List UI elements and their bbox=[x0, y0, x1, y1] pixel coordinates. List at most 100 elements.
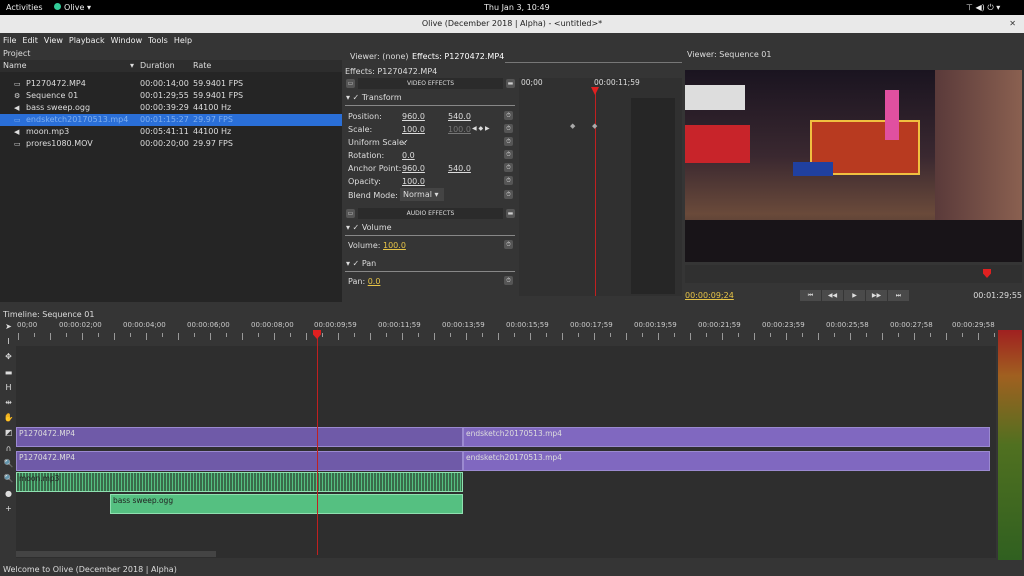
pan-header[interactable]: ▾ ✓ Pan bbox=[346, 257, 376, 270]
timeline-clip[interactable]: moon.mp3 bbox=[16, 472, 463, 492]
menu-help[interactable]: Help bbox=[171, 33, 195, 48]
add-audio-effect-icon[interactable]: ▭ bbox=[346, 209, 355, 218]
project-item[interactable]: ⚙ Sequence 01 00:01:29;55 59.9401 FPS bbox=[0, 90, 342, 102]
edit-tool-icon[interactable]: I bbox=[3, 336, 14, 347]
ruler-tick bbox=[914, 333, 915, 340]
ruler-tick bbox=[658, 333, 659, 340]
system-tray[interactable]: ⊤ ◀) ⏻ ▾ bbox=[966, 3, 1000, 13]
position-x-field[interactable]: 960.0 bbox=[402, 112, 425, 121]
tab-viewer-none[interactable]: Viewer: (none) bbox=[350, 52, 409, 61]
audio-icon: ◀ bbox=[14, 104, 20, 112]
keyframe-toggle-icon[interactable]: ⏱ bbox=[504, 176, 513, 185]
keyframe-toggle-icon[interactable]: ⏱ bbox=[504, 124, 513, 133]
project-item[interactable]: ◀ moon.mp3 00:05:41:11 44100 Hz bbox=[0, 126, 342, 138]
pointer-tool-icon[interactable]: ➤ bbox=[3, 321, 14, 332]
video-preview[interactable] bbox=[685, 70, 1022, 262]
col-rate[interactable]: Rate bbox=[193, 61, 211, 70]
ruler-tick bbox=[546, 333, 547, 337]
keyframe-toggle-icon[interactable]: ⏱ bbox=[504, 163, 513, 172]
project-item[interactable]: ▭ P1270472.MP4 00:00:14;00 59.9401 FPS bbox=[0, 78, 342, 90]
collapse-audio-icon[interactable]: ▬ bbox=[506, 209, 515, 218]
menu-view[interactable]: View bbox=[41, 33, 66, 48]
project-item[interactable]: ◀ bass sweep.ogg 00:00:39:29 44100 Hz bbox=[0, 102, 342, 114]
keyframe-nav[interactable]: ◀ ◆ ▶ bbox=[472, 125, 490, 132]
current-timecode[interactable]: 00:00:09;24 bbox=[685, 291, 734, 300]
timeline-scrollbar[interactable] bbox=[16, 551, 216, 557]
snapping-icon[interactable]: ∩ bbox=[3, 443, 14, 454]
go-to-end-button[interactable]: ⏭ bbox=[888, 290, 909, 301]
record-icon[interactable]: ● bbox=[3, 488, 14, 499]
timeline-playhead[interactable] bbox=[317, 330, 318, 555]
zoom-in-icon[interactable]: 🔍 bbox=[3, 458, 14, 469]
keyframe-toggle-icon[interactable]: ⏱ bbox=[504, 240, 513, 249]
uniform-scale-checkbox[interactable]: ✓ bbox=[402, 138, 409, 147]
menu-file[interactable]: File bbox=[0, 33, 19, 48]
scale-y-field[interactable]: 100.0 bbox=[448, 125, 471, 134]
keyframe-graph[interactable]: 00;00 00:00:11;59 ◆ ◆ bbox=[519, 78, 682, 296]
timeline-clip[interactable]: P1270472.MP4 bbox=[16, 451, 463, 471]
slip-tool-icon[interactable]: H bbox=[3, 382, 14, 393]
rotation-field[interactable]: 0.0 bbox=[402, 151, 415, 160]
anchor-y-field[interactable]: 540.0 bbox=[448, 164, 471, 173]
ripple-tool-icon[interactable]: ✥ bbox=[3, 351, 14, 362]
add-icon[interactable]: + bbox=[3, 503, 14, 514]
transform-header[interactable]: ▾ ✓ Transform bbox=[346, 91, 402, 104]
keyframe-toggle-icon[interactable]: ⏱ bbox=[504, 190, 513, 199]
keyframe-toggle-icon[interactable]: ⏱ bbox=[504, 150, 513, 159]
position-y-field[interactable]: 540.0 bbox=[448, 112, 471, 121]
fast-forward-button[interactable]: ▶▶ bbox=[866, 290, 887, 301]
rewind-button[interactable]: ◀◀ bbox=[822, 290, 843, 301]
add-effect-icon[interactable]: ▭ bbox=[346, 79, 355, 88]
keyframe-marker[interactable]: ◆ bbox=[592, 122, 597, 130]
app-menu[interactable]: Olive ▾ bbox=[64, 3, 91, 12]
ruler-label: 00:00:15;59 bbox=[506, 321, 549, 329]
razor-tool-icon[interactable]: ▬ bbox=[3, 367, 14, 378]
hand-tool-icon[interactable]: ✋ bbox=[3, 412, 14, 423]
item-duration: 00:01:29;55 bbox=[140, 91, 189, 100]
project-item[interactable]: ▭ prores1080.MOV 00:00:20;00 29.97 FPS bbox=[0, 138, 342, 150]
window-title: Olive (December 2018 | Alpha) - <untitle… bbox=[421, 19, 603, 28]
keyframe-toggle-icon[interactable]: ⏱ bbox=[504, 276, 513, 285]
blend-mode-select[interactable]: Normal ▾ bbox=[400, 188, 444, 201]
clock[interactable]: Thu Jan 3, 10:49 bbox=[484, 3, 550, 12]
transition-tool-icon[interactable]: ◩ bbox=[3, 427, 14, 438]
timeline-clip[interactable]: endsketch20170513.mp4 bbox=[463, 427, 990, 447]
kf-playhead-handle[interactable] bbox=[591, 87, 599, 95]
zoom-out-icon[interactable]: 🔍 bbox=[3, 473, 14, 484]
menu-playback[interactable]: Playback bbox=[66, 33, 108, 48]
col-duration[interactable]: Duration bbox=[140, 61, 175, 70]
close-icon[interactable]: ✕ bbox=[1009, 15, 1016, 33]
keyframe-marker[interactable]: ◆ bbox=[570, 122, 575, 130]
menu-window[interactable]: Window bbox=[108, 33, 146, 48]
slide-tool-icon[interactable]: ⇹ bbox=[3, 397, 14, 408]
pan-field[interactable]: 0.0 bbox=[368, 277, 381, 286]
collapse-icon[interactable]: ▬ bbox=[506, 79, 515, 88]
menu-tools[interactable]: Tools bbox=[145, 33, 171, 48]
viewer-playhead[interactable] bbox=[983, 269, 991, 278]
anchor-x-field[interactable]: 960.0 bbox=[402, 164, 425, 173]
keyframe-toggle-icon[interactable]: ⏱ bbox=[504, 137, 513, 146]
col-name[interactable]: Name bbox=[3, 61, 27, 70]
audio-effects-header: AUDIO EFFECTS bbox=[358, 208, 503, 219]
viewer-scrubber[interactable] bbox=[685, 265, 1022, 283]
keyframe-toggle-icon[interactable]: ⏱ bbox=[504, 111, 513, 120]
project-item[interactable]: ▭ endsketch20170513.mp4 00:01:15:27 29.9… bbox=[0, 114, 342, 126]
volume-header[interactable]: ▾ ✓ Volume bbox=[346, 221, 392, 234]
ruler-tick bbox=[578, 333, 579, 337]
volume-field[interactable]: 100.0 bbox=[383, 241, 406, 250]
go-to-start-button[interactable]: ⏮ bbox=[800, 290, 821, 301]
tab-effects[interactable]: Effects: P1270472.MP4 bbox=[412, 52, 504, 61]
kf-playhead[interactable] bbox=[595, 88, 596, 296]
ruler-tick bbox=[866, 333, 867, 337]
scale-field[interactable]: 100.0 bbox=[402, 125, 425, 134]
rotation-label: Rotation: bbox=[348, 151, 385, 160]
timeline-clip[interactable]: bass sweep.ogg bbox=[110, 494, 463, 514]
timeline-clip[interactable]: P1270472.MP4 bbox=[16, 427, 463, 447]
opacity-field[interactable]: 100.0 bbox=[402, 177, 425, 186]
menu-edit[interactable]: Edit bbox=[19, 33, 41, 48]
play-button[interactable]: ▶ bbox=[844, 290, 865, 301]
timeline-clip[interactable]: endsketch20170513.mp4 bbox=[463, 451, 990, 471]
item-name: endsketch20170513.mp4 bbox=[26, 115, 129, 124]
blend-mode-value: Normal bbox=[403, 190, 432, 199]
activities-button[interactable]: Activities bbox=[6, 3, 43, 12]
